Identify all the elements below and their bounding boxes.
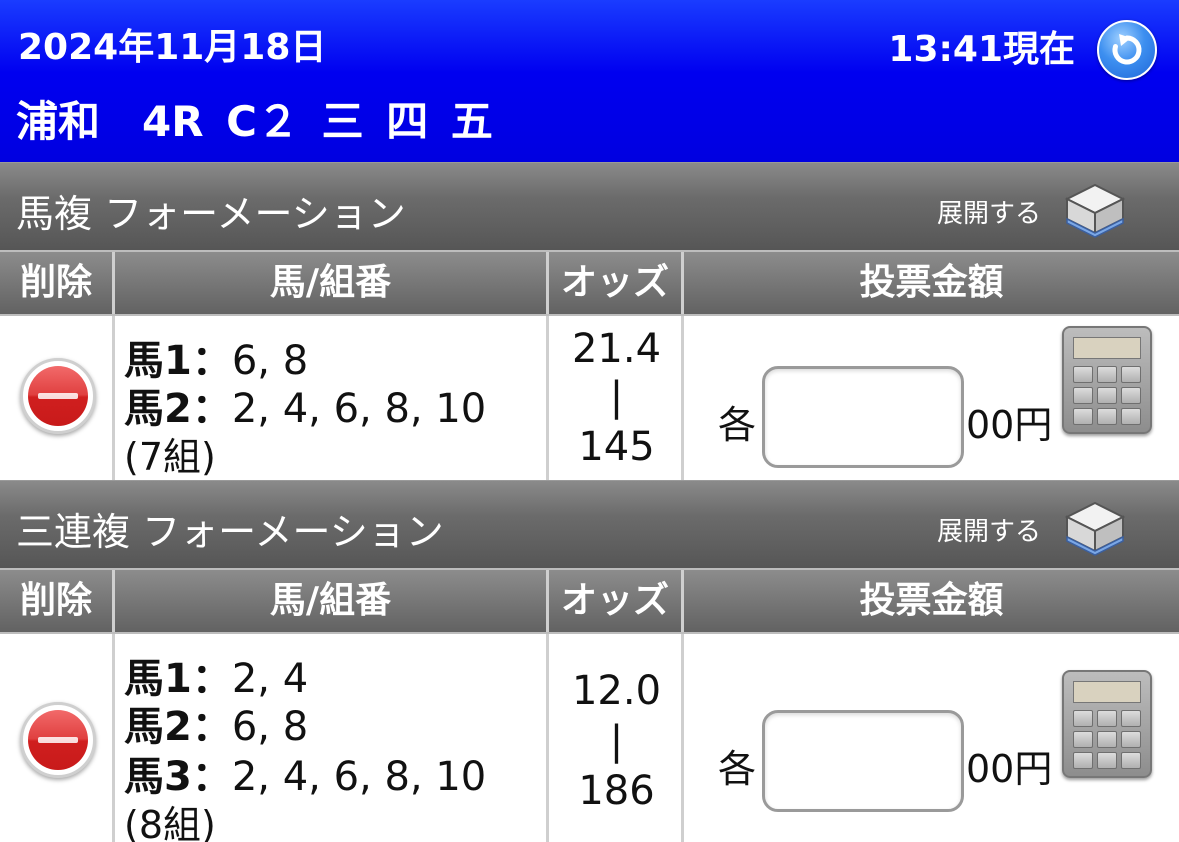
delete-icon	[28, 710, 88, 770]
col-amount: 投票金額	[859, 580, 1004, 621]
bet-section-1: 馬複 フォーメーション 展開する	[0, 162, 1179, 250]
column-header-2: 削除 馬/組番 オッズ 投票金額	[0, 568, 1179, 634]
update-time: 13:41現在	[888, 29, 1075, 70]
horse-numbers: 2, 4, 6, 8, 10	[231, 386, 487, 432]
col-delete: 削除	[0, 570, 115, 632]
amount-input[interactable]	[762, 710, 964, 812]
calculator-button[interactable]	[1062, 670, 1152, 778]
col-odds: オッズ	[549, 252, 684, 314]
bet-type-title: 三連複 フォーメーション	[16, 510, 444, 554]
race-name: 浦和 4R C２ 三 四 五	[16, 97, 493, 146]
box-icon[interactable]	[1061, 179, 1129, 239]
calculator-icon	[1073, 337, 1141, 359]
expand-link[interactable]: 展開する	[937, 193, 1041, 230]
odds-separator: |	[609, 374, 624, 420]
box-icon[interactable]	[1061, 497, 1129, 557]
column-header-1: 削除 馬/組番 オッズ 投票金額	[0, 250, 1179, 316]
bet-row: 馬1：2, 4 馬2：6, 8 馬3：2, 4, 6, 8, 10 (8組) 1…	[0, 634, 1179, 842]
expand-link[interactable]: 展開する	[937, 511, 1041, 548]
each-label: 各	[718, 747, 757, 791]
race-header: 2024年11月18日 13:41現在 浦和 4R C２ 三 四 五	[0, 0, 1179, 162]
calculator-icon	[1073, 681, 1141, 703]
delete-button[interactable]	[20, 702, 96, 778]
col-odds: オッズ	[549, 570, 684, 632]
col-delete: 削除	[0, 252, 115, 314]
bet-section-2: 三連複 フォーメーション 展開する	[0, 480, 1179, 568]
horse-numbers: 2, 4, 6, 8, 10	[231, 754, 487, 800]
unit-label: 00円	[966, 747, 1053, 791]
odds-min: 21.4	[571, 326, 662, 372]
col-number: 馬/組番	[115, 570, 549, 632]
calculator-button[interactable]	[1062, 326, 1152, 434]
refresh-button[interactable]	[1097, 20, 1157, 80]
race-date: 2024年11月18日	[18, 27, 327, 68]
each-label: 各	[718, 403, 757, 447]
bet-row: 馬1：6, 8 馬2：2, 4, 6, 8, 10 (7組) 21.4 | 14…	[0, 316, 1179, 480]
delete-button[interactable]	[20, 358, 96, 434]
amount-input[interactable]	[762, 366, 964, 468]
delete-icon	[28, 366, 88, 426]
combo-count: (8組)	[124, 803, 216, 842]
col-amount: 投票金額	[859, 262, 1004, 303]
odds-max: 145	[578, 424, 655, 470]
col-number: 馬/組番	[115, 252, 549, 314]
odds-min: 12.0	[571, 668, 662, 714]
combo-count: (7組)	[124, 435, 216, 479]
refresh-icon	[1112, 34, 1142, 65]
odds-separator: |	[609, 718, 624, 764]
bet-type-title: 馬複 フォーメーション	[16, 192, 406, 236]
unit-label: 00円	[966, 403, 1053, 447]
odds-max: 186	[578, 768, 655, 814]
